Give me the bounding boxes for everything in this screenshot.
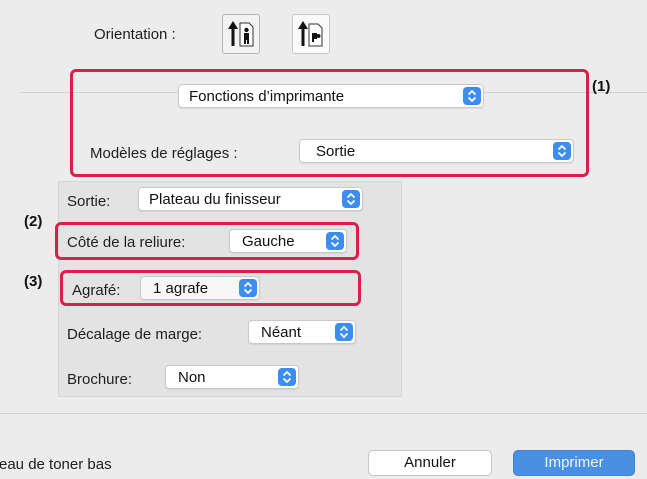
print-button[interactable]: Imprimer bbox=[513, 450, 635, 476]
cancel-button[interactable]: Annuler bbox=[368, 450, 492, 476]
portrait-orientation-icon bbox=[228, 21, 254, 47]
callout-number-2: (2) bbox=[24, 213, 43, 230]
staple-label: Agrafé: bbox=[72, 282, 121, 299]
portrait-orientation-button[interactable] bbox=[222, 14, 260, 54]
binding-edge-value: Gauche bbox=[242, 233, 295, 250]
margin-shift-label: Décalage de marge: bbox=[67, 326, 203, 343]
landscape-orientation-icon bbox=[298, 21, 323, 47]
footer-separator bbox=[0, 413, 647, 414]
presets-value: Sortie bbox=[316, 143, 356, 160]
booklet-label: Brochure: bbox=[67, 371, 133, 388]
output-tray-popup[interactable]: Plateau du finisseur bbox=[138, 187, 363, 211]
landscape-orientation-button[interactable] bbox=[292, 14, 330, 54]
popup-stepper-icon bbox=[326, 232, 344, 250]
binding-edge-label: Côté de la reliure: bbox=[67, 234, 186, 251]
popup-stepper-icon bbox=[278, 368, 296, 386]
callout-number-3: (3) bbox=[24, 273, 43, 290]
printer-features-value: Fonctions d’imprimante bbox=[189, 88, 345, 105]
callout-number-1: (1) bbox=[592, 78, 611, 95]
orientation-label: Orientation : bbox=[94, 26, 176, 43]
binding-edge-popup[interactable]: Gauche bbox=[229, 229, 347, 253]
margin-shift-popup[interactable]: Néant bbox=[248, 320, 356, 344]
presets-popup[interactable]: Sortie bbox=[299, 139, 574, 163]
popup-stepper-icon bbox=[463, 87, 481, 105]
output-tray-value: Plateau du finisseur bbox=[149, 191, 281, 208]
popup-stepper-icon bbox=[342, 190, 360, 208]
output-label: Sortie: bbox=[67, 193, 111, 210]
presets-label: Modèles de réglages : bbox=[90, 145, 238, 162]
popup-stepper-icon bbox=[335, 323, 353, 341]
popup-stepper-icon bbox=[553, 142, 571, 160]
staple-value: 1 agrafe bbox=[153, 280, 209, 297]
toner-status-text: eau de toner bas bbox=[0, 456, 112, 473]
booklet-value: Non bbox=[178, 369, 206, 386]
printer-features-popup[interactable]: Fonctions d’imprimante bbox=[178, 84, 484, 108]
booklet-popup[interactable]: Non bbox=[165, 365, 299, 389]
staple-popup[interactable]: 1 agrafe bbox=[140, 276, 260, 300]
popup-stepper-icon bbox=[239, 279, 257, 297]
margin-shift-value: Néant bbox=[261, 324, 302, 341]
